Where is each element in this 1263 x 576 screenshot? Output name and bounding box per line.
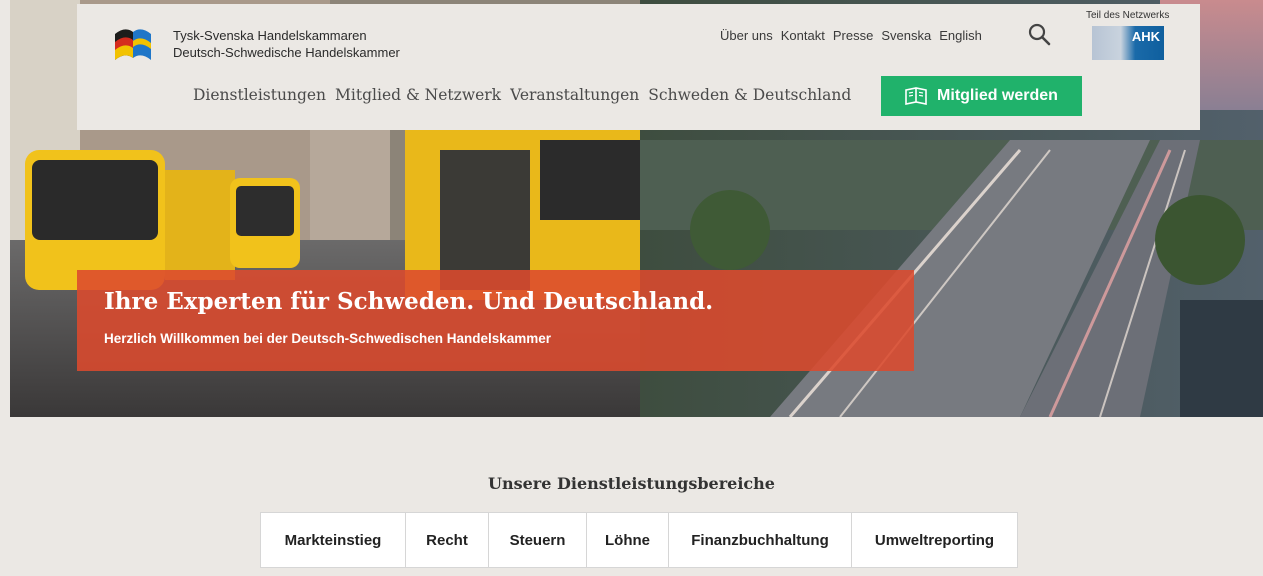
nav-events[interactable]: Veranstaltungen [510, 86, 639, 104]
services-tabs: Markteinstieg Recht Steuern Löhne Finanz… [260, 512, 1018, 568]
topnav-press[interactable]: Presse [833, 28, 873, 43]
tab-environmental-reporting[interactable]: Umweltreporting [852, 513, 1017, 567]
tab-accounting[interactable]: Finanzbuchhaltung [669, 513, 852, 567]
hero-banner: Ihre Experten für Schweden. Und Deutschl… [77, 270, 914, 371]
brand-name-german[interactable]: Deutsch-Schwedische Handelskammer [173, 45, 400, 60]
hero-subtitle: Herzlich Willkommen bei der Deutsch-Schw… [104, 331, 552, 346]
main-navigation: Dienstleistungen Mitglied & Netzwerk Ver… [193, 86, 860, 104]
network-label: Teil des Netzwerks [1086, 10, 1170, 21]
brand-name-swedish[interactable]: Tysk-Svenska Handelskammaren [173, 28, 367, 43]
topnav-english[interactable]: English [939, 28, 982, 43]
ahk-logo[interactable]: AHK [1092, 26, 1164, 60]
top-navigation: Über uns Kontakt Presse Svenska English [720, 28, 982, 43]
tab-taxes[interactable]: Steuern [489, 513, 587, 567]
ahk-badge-text: AHK [1131, 29, 1160, 44]
topnav-contact[interactable]: Kontakt [781, 28, 825, 43]
hero-title: Ihre Experten für Schweden. Und Deutschl… [104, 288, 714, 315]
nav-membership[interactable]: Mitglied & Netzwerk [335, 86, 501, 104]
nav-sweden-germany[interactable]: Schweden & Deutschland [648, 86, 851, 104]
become-member-label: Mitglied werden [937, 87, 1058, 104]
tab-market-entry[interactable]: Markteinstieg [261, 513, 406, 567]
chamber-logo-icon[interactable] [113, 24, 153, 62]
nav-services[interactable]: Dienstleistungen [193, 86, 326, 104]
search-icon[interactable] [1027, 22, 1051, 46]
services-heading: Unsere Dienstleistungsbereiche [488, 474, 775, 493]
site-header: Tysk-Svenska Handelskammaren Deutsch-Sch… [77, 4, 1200, 130]
topnav-swedish[interactable]: Svenska [881, 28, 931, 43]
become-member-button[interactable]: Mitglied werden [881, 76, 1082, 116]
topnav-about[interactable]: Über uns [720, 28, 773, 43]
tab-law[interactable]: Recht [406, 513, 489, 567]
book-icon [905, 87, 927, 105]
tab-payroll[interactable]: Löhne [587, 513, 669, 567]
